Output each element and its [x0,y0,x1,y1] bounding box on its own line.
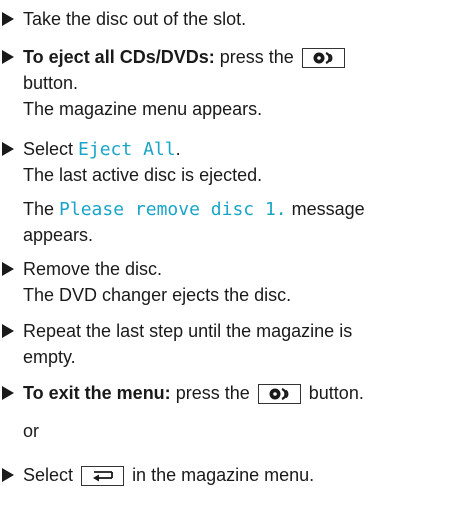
disc-eject-icon [313,52,333,64]
bullet-triangle-icon [2,6,18,32]
disc-button [301,48,345,68]
step-text: The [23,199,55,219]
step-text: appears. [23,225,94,245]
disc-button [257,384,301,404]
step-repeat: Repeat the last step until the magazine … [0,318,461,370]
step-text: press the [219,47,294,67]
step-select-back: Select in the magazine menu. [0,462,461,488]
step-text: message [291,199,365,219]
step-result: The last active disc is ejected. [23,165,263,185]
step-text: button. [23,73,79,93]
step-remove-disc: Remove the disc. The DVD changer ejects … [0,256,461,308]
step-select-eject-all: Select Eject All. The last active disc i… [0,136,461,248]
step-text: press the [175,383,250,403]
step-text: empty. [23,347,76,367]
bullet-triangle-icon [2,256,18,282]
instruction-page: Take the disc out of the slot. To eject … [0,0,461,505]
step-exit-menu: To exit the menu: press the button. [0,380,461,406]
display-message: Please remove disc 1. [59,199,287,220]
bullet-triangle-icon [2,462,18,488]
step-text: Remove the disc. [23,259,163,279]
or-text: or [23,421,40,441]
or-separator: or [0,418,461,444]
step-eject-all: To eject all CDs/DVDs: press the button.… [0,44,461,122]
bullet-triangle-icon [2,318,18,344]
step-text: in the magazine menu. [132,465,315,485]
back-button [81,466,125,486]
step-heading: To eject all CDs/DVDs: [23,47,215,67]
step-result: The DVD changer ejects the disc. [23,285,292,305]
bullet-triangle-icon [2,380,18,406]
menu-item-eject-all: Eject All [78,139,176,160]
disc-eject-icon [269,388,289,400]
step-result: The magazine menu appears. [23,99,263,119]
step-take-disc: Take the disc out of the slot. [0,6,461,32]
step-text: button. [308,383,364,403]
bullet-triangle-icon [2,136,18,162]
step-text: Select [23,465,74,485]
period: . [175,139,181,159]
step-text: Repeat the last step until the magazine … [23,321,353,341]
step-heading: To exit the menu: [23,383,171,403]
bullet-triangle-icon [2,44,18,70]
step-text: Take the disc out of the slot. [23,9,247,29]
step-text: Select [23,139,74,159]
back-arrow-icon [92,471,113,482]
